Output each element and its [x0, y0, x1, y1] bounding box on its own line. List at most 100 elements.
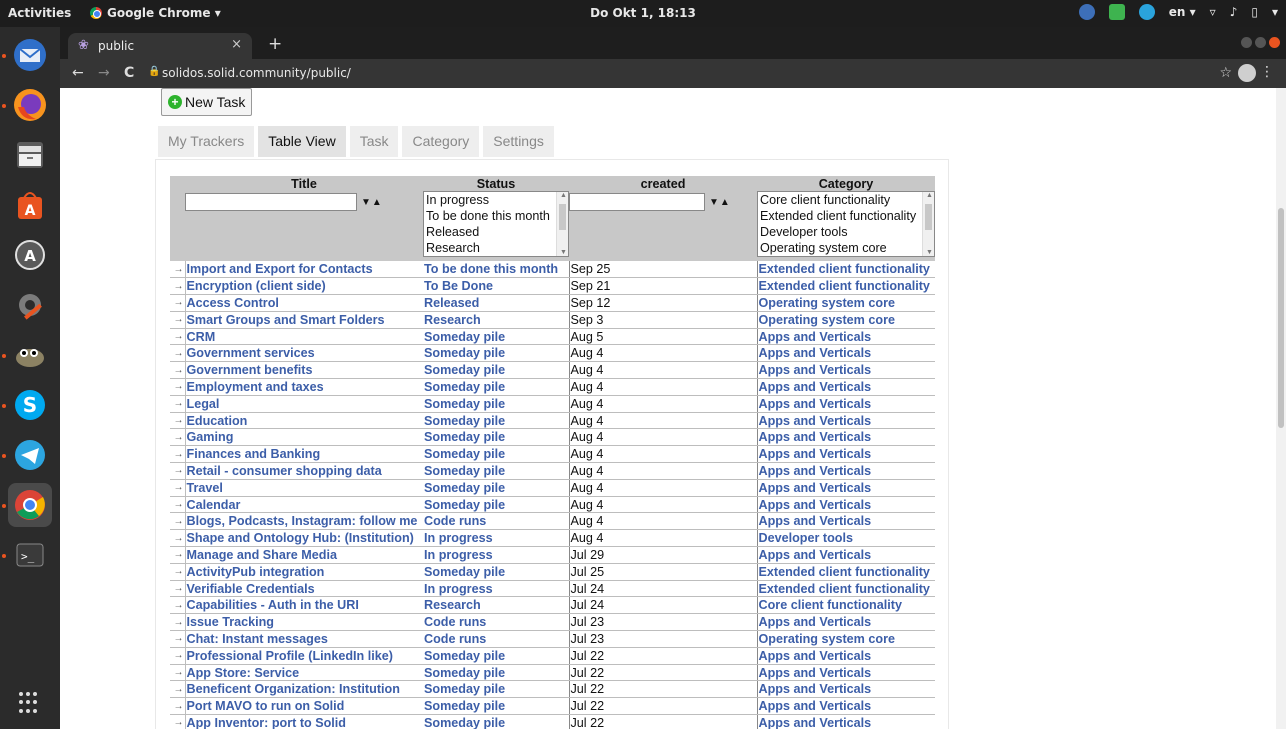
row-expand-arrow[interactable]: → [174, 701, 184, 712]
forward-icon[interactable]: → [98, 65, 110, 81]
row-category-link[interactable]: Apps and Verticals [759, 649, 872, 663]
row-category-link[interactable]: Apps and Verticals [759, 447, 872, 461]
row-title-link[interactable]: ActivityPub integration [187, 565, 325, 579]
row-status-link[interactable]: In progress [424, 548, 493, 562]
row-status-link[interactable]: In progress [424, 531, 493, 545]
row-title-link[interactable]: Finances and Banking [187, 447, 321, 461]
row-status-link[interactable]: Someday pile [424, 380, 505, 394]
row-status-link[interactable]: Someday pile [424, 430, 505, 444]
listbox-scrollbar[interactable]: ▲ ▼ [556, 192, 568, 256]
status-option[interactable]: To be done this month [424, 208, 568, 224]
page-scrollbar-thumb[interactable] [1278, 208, 1284, 428]
row-status-link[interactable]: Released [424, 296, 479, 310]
row-title-link[interactable]: Government benefits [187, 363, 313, 377]
row-status-link[interactable]: Someday pile [424, 397, 505, 411]
software-center-icon[interactable]: A [8, 183, 52, 227]
row-category-link[interactable]: Apps and Verticals [759, 666, 872, 680]
row-category-link[interactable]: Apps and Verticals [759, 330, 872, 344]
row-expand-arrow[interactable]: → [174, 432, 184, 443]
row-category-link[interactable]: Apps and Verticals [759, 481, 872, 495]
network-update-icon[interactable] [1078, 4, 1095, 20]
row-status-link[interactable]: Someday pile [424, 565, 505, 579]
row-expand-arrow[interactable]: → [174, 499, 184, 510]
row-status-link[interactable]: To Be Done [424, 279, 493, 293]
row-title-link[interactable]: Manage and Share Media [187, 548, 337, 562]
row-category-link[interactable]: Apps and Verticals [759, 380, 872, 394]
row-category-link[interactable]: Apps and Verticals [759, 514, 872, 528]
row-title-link[interactable]: Port MAVO to run on Solid [187, 699, 345, 713]
bookmark-star-icon[interactable]: ☆ [1219, 65, 1232, 81]
browser-tab[interactable]: ❀ public × [68, 33, 252, 59]
row-status-link[interactable]: Someday pile [424, 716, 505, 729]
row-category-link[interactable]: Core client functionality [759, 598, 902, 612]
row-category-link[interactable]: Apps and Verticals [759, 498, 872, 512]
tab-table-view[interactable]: Table View [258, 126, 346, 157]
row-status-link[interactable]: To be done this month [424, 262, 558, 276]
row-expand-arrow[interactable]: → [174, 684, 184, 695]
row-title-link[interactable]: Government services [187, 346, 315, 360]
row-status-link[interactable]: Code runs [424, 514, 486, 528]
row-status-link[interactable]: Someday pile [424, 346, 505, 360]
row-expand-arrow[interactable]: → [174, 633, 184, 644]
tab-task[interactable]: Task [349, 126, 399, 157]
row-category-link[interactable]: Apps and Verticals [759, 682, 872, 696]
row-status-link[interactable]: Someday pile [424, 682, 505, 696]
row-expand-arrow[interactable]: → [174, 617, 184, 628]
status-option[interactable]: In progress [424, 192, 568, 208]
row-title-link[interactable]: Capabilities - Auth in the URI [187, 598, 359, 612]
row-expand-arrow[interactable]: → [174, 415, 184, 426]
row-expand-arrow[interactable]: → [174, 549, 184, 560]
row-category-link[interactable]: Apps and Verticals [759, 414, 872, 428]
system-menu-chevron-icon[interactable]: ▾ [1272, 5, 1278, 19]
row-title-link[interactable]: Verifiable Credentials [187, 582, 315, 596]
category-option[interactable]: Operating system core [758, 240, 934, 256]
firefox-icon[interactable] [8, 83, 52, 127]
reload-icon[interactable]: C [124, 65, 134, 81]
new-task-button[interactable]: + New Task [161, 88, 253, 116]
row-title-link[interactable]: Calendar [187, 498, 241, 512]
tab-my-trackers[interactable]: My Trackers [158, 126, 255, 157]
row-category-link[interactable]: Apps and Verticals [759, 615, 872, 629]
title-filter-input[interactable] [185, 193, 357, 211]
status-option[interactable]: Released [424, 224, 568, 240]
row-category-link[interactable]: Apps and Verticals [759, 716, 872, 729]
header-category[interactable]: Category [757, 176, 935, 191]
row-status-link[interactable]: Someday pile [424, 481, 505, 495]
row-expand-arrow[interactable]: → [174, 650, 184, 661]
row-expand-arrow[interactable]: → [174, 667, 184, 678]
row-category-link[interactable]: Apps and Verticals [759, 397, 872, 411]
row-status-link[interactable]: Someday pile [424, 666, 505, 680]
title-sort-arrows[interactable]: ▼▲ [361, 197, 383, 208]
chrome-menu-icon[interactable]: ⋮ [1260, 64, 1274, 80]
close-window-icon[interactable] [1269, 37, 1280, 48]
row-expand-arrow[interactable]: → [174, 583, 184, 594]
category-option[interactable]: Core client functionality [758, 192, 934, 208]
row-status-link[interactable]: Code runs [424, 615, 486, 629]
url-field[interactable]: 🔒 solidos.solid.community/public/ [148, 62, 1228, 85]
row-category-link[interactable]: Extended client functionality [759, 565, 930, 579]
tab-category[interactable]: Category [402, 126, 480, 157]
created-filter-input[interactable] [569, 193, 705, 211]
row-status-link[interactable]: Someday pile [424, 498, 505, 512]
check-icon[interactable] [1108, 4, 1125, 20]
row-title-link[interactable]: Shape and Ontology Hub: (Institution) [187, 531, 414, 545]
row-category-link[interactable]: Operating system core [759, 632, 895, 646]
header-status[interactable]: Status [423, 176, 569, 191]
row-category-link[interactable]: Developer tools [759, 531, 853, 545]
row-expand-arrow[interactable]: → [174, 566, 184, 577]
row-title-link[interactable]: Education [187, 414, 248, 428]
row-category-link[interactable]: Apps and Verticals [759, 363, 872, 377]
row-category-link[interactable]: Operating system core [759, 296, 895, 310]
row-status-link[interactable]: Someday pile [424, 414, 505, 428]
new-tab-button[interactable]: + [268, 34, 282, 54]
row-expand-arrow[interactable]: → [174, 281, 184, 292]
status-option[interactable]: Research [424, 240, 568, 256]
row-category-link[interactable]: Apps and Verticals [759, 346, 872, 360]
profile-avatar[interactable] [1238, 64, 1256, 82]
row-status-link[interactable]: Someday pile [424, 699, 505, 713]
row-expand-arrow[interactable]: → [174, 717, 184, 728]
row-title-link[interactable]: Issue Tracking [187, 615, 275, 629]
row-status-link[interactable]: Research [424, 313, 481, 327]
created-sort-arrows[interactable]: ▼▲ [709, 197, 731, 208]
row-status-link[interactable]: Someday pile [424, 464, 505, 478]
